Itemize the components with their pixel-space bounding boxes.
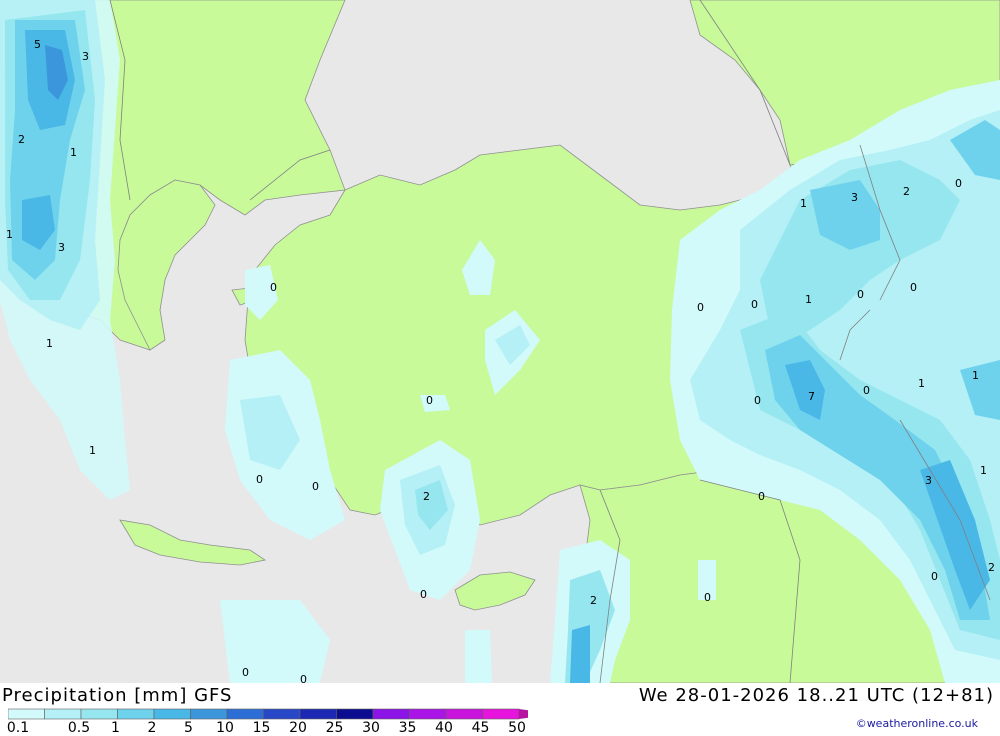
map-value-label: 0 [270,281,277,294]
legend-swatch [372,708,410,720]
legend-tick: 2 [147,720,157,736]
map-value-label: 0 [751,298,758,311]
legend-swatch [44,708,82,720]
map-value-label: 1 [980,464,987,477]
map-value-label: 0 [931,570,938,583]
map-value-label: 1 [972,369,979,382]
map-value-label: 0 [256,473,263,486]
legend-tick: 40 [435,720,453,736]
map-value-label: 3 [82,50,89,63]
legend-swatch [226,708,264,720]
legend-tick: 30 [362,720,380,736]
map-value-label: 0 [420,588,427,601]
map-value-label: 2 [903,185,910,198]
map-value-label: 1 [6,228,13,241]
map-value-label: 2 [423,490,430,503]
map-footer: Precipitation [mm] GFS We 28-01-2026 18.… [0,683,1000,736]
legend-tick: 15 [252,720,271,736]
map-value-label: 0 [300,673,307,683]
map-value-label: 0 [910,281,917,294]
map-value-label: 3 [58,241,65,254]
forecast-timestamp: We 28-01-2026 18..21 UTC (12+81) [638,685,994,706]
legend-tick: 0.1 [6,720,30,736]
map-value-label: 7 [808,390,815,403]
legend-swatch [445,708,483,720]
map-value-label: 0 [857,288,864,301]
legend-tick: 45 [471,720,490,736]
map-value-label: 0 [955,177,962,190]
credit-link[interactable]: ©weatheronline.co.uk [856,717,978,730]
legend-swatch [190,708,228,720]
map-value-label: 2 [988,561,995,574]
map-value-label: 5 [34,38,41,51]
map-title: Precipitation [mm] GFS [2,685,233,706]
map-value-label: 3 [851,191,858,204]
legend-tick: 20 [289,720,307,736]
legend-swatch [117,708,155,720]
legend-arrow [519,709,528,719]
legend-tick: 25 [325,720,344,736]
legend-swatch [153,708,191,720]
precipitation-map: 5 3 2 1 1 3 0 1 1 0 0 0 2 0 0 0 0 0 1 0 … [0,0,1000,683]
legend-swatch [409,708,447,720]
map-value-label: 1 [89,444,96,457]
legend-swatch [482,708,520,720]
legend-swatch [80,708,118,720]
legend-tick: 50 [508,720,526,736]
map-value-label: 1 [70,146,77,159]
map-value-label: 1 [805,293,812,306]
legend-tick: 10 [216,720,234,736]
legend-tick: 35 [398,720,417,736]
map-value-label: 0 [863,384,870,397]
map-value-label: 2 [590,594,597,607]
map-value-label: 1 [46,337,53,350]
map-value-label: 0 [312,480,319,493]
map-value-label: 0 [242,666,249,679]
map-value-label: 0 [758,490,765,503]
legend-swatch [336,708,374,720]
legend-swatch [299,708,337,720]
map-value-label: 1 [918,377,925,390]
map-value-label: 0 [697,301,704,314]
map-value-label: 1 [800,197,807,210]
legend-tick: 1 [111,720,120,736]
map-value-label: 0 [704,591,711,604]
map-value-label: 0 [754,394,761,407]
legend-tick: 0.5 [67,720,91,736]
legend-tick: 5 [184,720,193,736]
legend-swatch [263,708,301,720]
map-value-label: 0 [426,394,433,407]
map-value-label: 2 [18,133,25,146]
legend-swatch [8,708,45,720]
map-value-label: 3 [925,474,932,487]
